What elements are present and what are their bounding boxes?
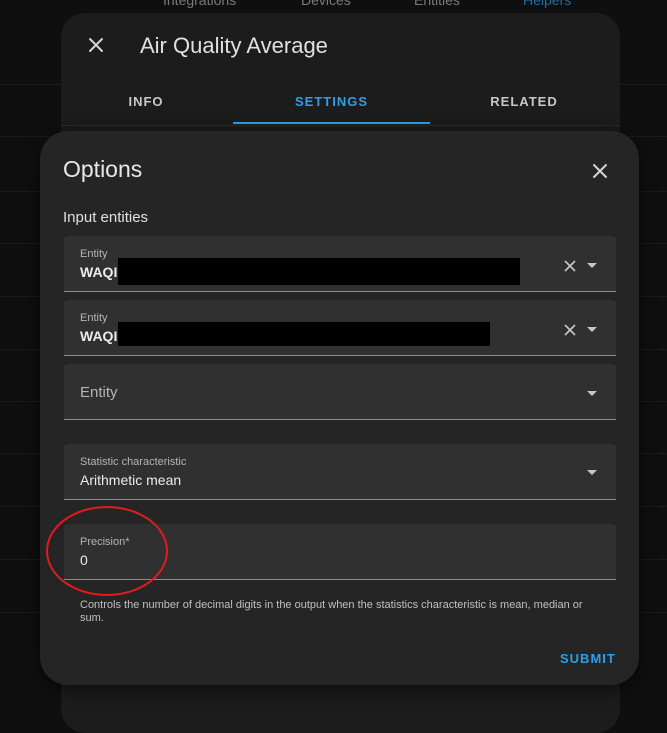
close-icon[interactable]: [589, 160, 611, 182]
bg-tab-helpers[interactable]: Helpers: [523, 0, 571, 8]
entity-picker-label: Entity: [80, 312, 108, 324]
tab-info[interactable]: INFO: [101, 94, 191, 109]
entity-picker-placeholder: Entity: [80, 384, 118, 401]
clear-icon[interactable]: [563, 259, 577, 273]
highlight-annotation: [46, 506, 168, 596]
bg-tab-integrations[interactable]: Integrations: [163, 0, 236, 8]
select-label: Statistic characteristic: [80, 456, 187, 468]
bg-tab-devices[interactable]: Devices: [301, 0, 351, 8]
statistic-characteristic-select[interactable]: Statistic characteristic Arithmetic mean: [64, 444, 616, 500]
chevron-down-icon[interactable]: [586, 469, 598, 477]
precision-helper-text: Controls the number of decimal digits in…: [80, 599, 583, 624]
entity-picker-empty[interactable]: Entity: [64, 364, 616, 420]
clear-icon[interactable]: [563, 323, 577, 337]
entity-picker-label: Entity: [80, 248, 108, 260]
tabs-divider: [61, 125, 620, 126]
options-title: Options: [63, 156, 143, 182]
dialog-tabs: INFO SETTINGS RELATED: [61, 80, 620, 126]
entity-picker-2[interactable]: Entity WAQI: [64, 300, 616, 356]
chevron-down-icon[interactable]: [586, 262, 598, 270]
input-entities-label: Input entities: [63, 209, 149, 226]
entity-picker-1[interactable]: Entity WAQI: [64, 236, 616, 292]
close-icon[interactable]: [85, 34, 107, 56]
chevron-down-icon[interactable]: [586, 326, 598, 334]
select-value: Arithmetic mean: [80, 472, 182, 488]
tab-related[interactable]: RELATED: [469, 94, 579, 109]
redacted-text: [118, 258, 520, 285]
chevron-down-icon[interactable]: [586, 390, 598, 398]
dialog-title: Air Quality Average: [140, 33, 328, 58]
entity-picker-value: WAQI: [80, 328, 118, 344]
tab-settings[interactable]: SETTINGS: [233, 94, 430, 109]
entity-picker-value: WAQI: [80, 264, 118, 280]
background-tabs: Integrations Devices Entities Helpers: [0, 0, 667, 8]
submit-button[interactable]: SUBMIT: [560, 651, 616, 666]
active-tab-indicator: [233, 122, 430, 124]
redacted-text: [118, 322, 490, 346]
bg-tab-entities[interactable]: Entities: [414, 0, 460, 8]
